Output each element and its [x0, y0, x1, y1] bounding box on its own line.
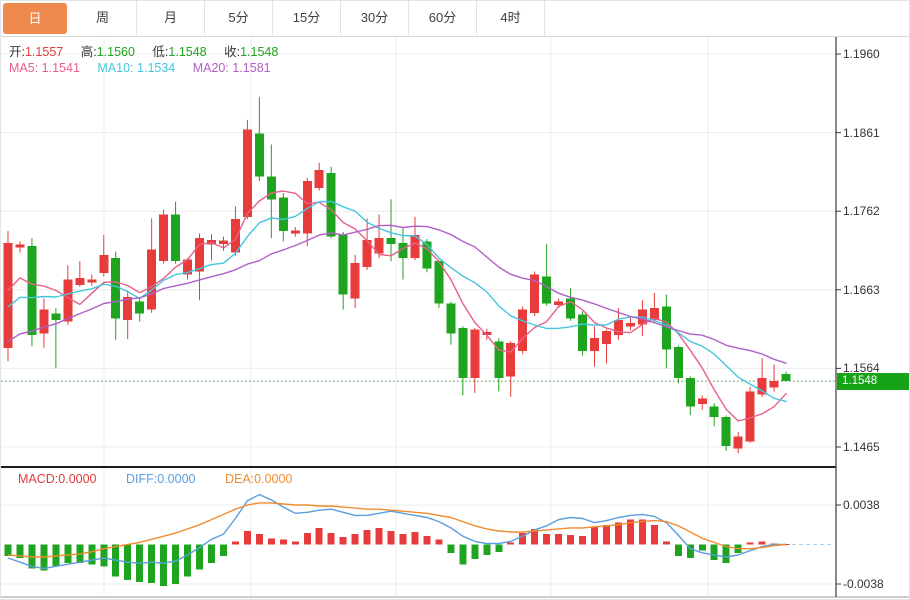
close-label: 收:	[224, 45, 240, 59]
ma5-label: MA5:	[9, 61, 38, 75]
macd-legend: MACD:0.0000 DIFF:0.0000 DEA:0.0000	[18, 472, 292, 486]
ma-legend: MA5: 1.1541 MA10: 1.1534 MA20: 1.1581	[9, 61, 271, 75]
macd-value: 0.0000	[58, 472, 96, 486]
price-axis-label: 1.1960	[843, 47, 880, 61]
ma20-label: MA20:	[193, 61, 229, 75]
macd-label: MACD:	[18, 472, 58, 486]
low-label: 低:	[152, 45, 168, 59]
kline-chart-widget: 日 周 月 5分 15分 30分 60分 4时 开:1.1557 高:1.156…	[0, 0, 910, 600]
dea-label: DEA:	[225, 472, 254, 486]
tab-week[interactable]: 周	[69, 1, 137, 36]
macd-axis-label: 0.0038	[843, 498, 880, 512]
ma5-value: 1.1541	[38, 61, 80, 75]
timeframe-tabs: 日 周 月 5分 15分 30分 60分 4时	[1, 1, 910, 37]
candlestick-chart-canvas[interactable]	[1, 1, 910, 600]
open-value: 1.1557	[25, 45, 63, 59]
tab-15min[interactable]: 15分	[273, 1, 341, 36]
price-axis-label: 1.1762	[843, 204, 880, 218]
current-price-badge: 1.1548	[837, 373, 909, 390]
diff-value: 0.0000	[157, 472, 195, 486]
tab-month[interactable]: 月	[137, 1, 205, 36]
open-label: 开:	[9, 45, 25, 59]
price-axis-label: 1.1861	[843, 126, 880, 140]
low-value: 1.1548	[168, 45, 206, 59]
tab-5min[interactable]: 5分	[205, 1, 273, 36]
macd-axis-label: -0.0038	[843, 577, 884, 591]
ma10-label: MA10:	[97, 61, 133, 75]
price-axis-label: 1.1465	[843, 440, 880, 454]
diff-label: DIFF:	[126, 472, 157, 486]
close-value: 1.1548	[240, 45, 278, 59]
tab-day[interactable]: 日	[3, 3, 67, 34]
ma20-value: 1.1581	[229, 61, 271, 75]
high-label: 高:	[81, 45, 97, 59]
tab-60min[interactable]: 60分	[409, 1, 477, 36]
ohlc-legend: 开:1.1557 高:1.1560 低:1.1548 收:1.1548	[9, 41, 278, 60]
tab-4hour[interactable]: 4时	[477, 1, 545, 36]
ma10-value: 1.1534	[134, 61, 176, 75]
dea-value: 0.0000	[254, 472, 292, 486]
tab-30min[interactable]: 30分	[341, 1, 409, 36]
price-axis-label: 1.1663	[843, 283, 880, 297]
high-value: 1.1560	[97, 45, 135, 59]
